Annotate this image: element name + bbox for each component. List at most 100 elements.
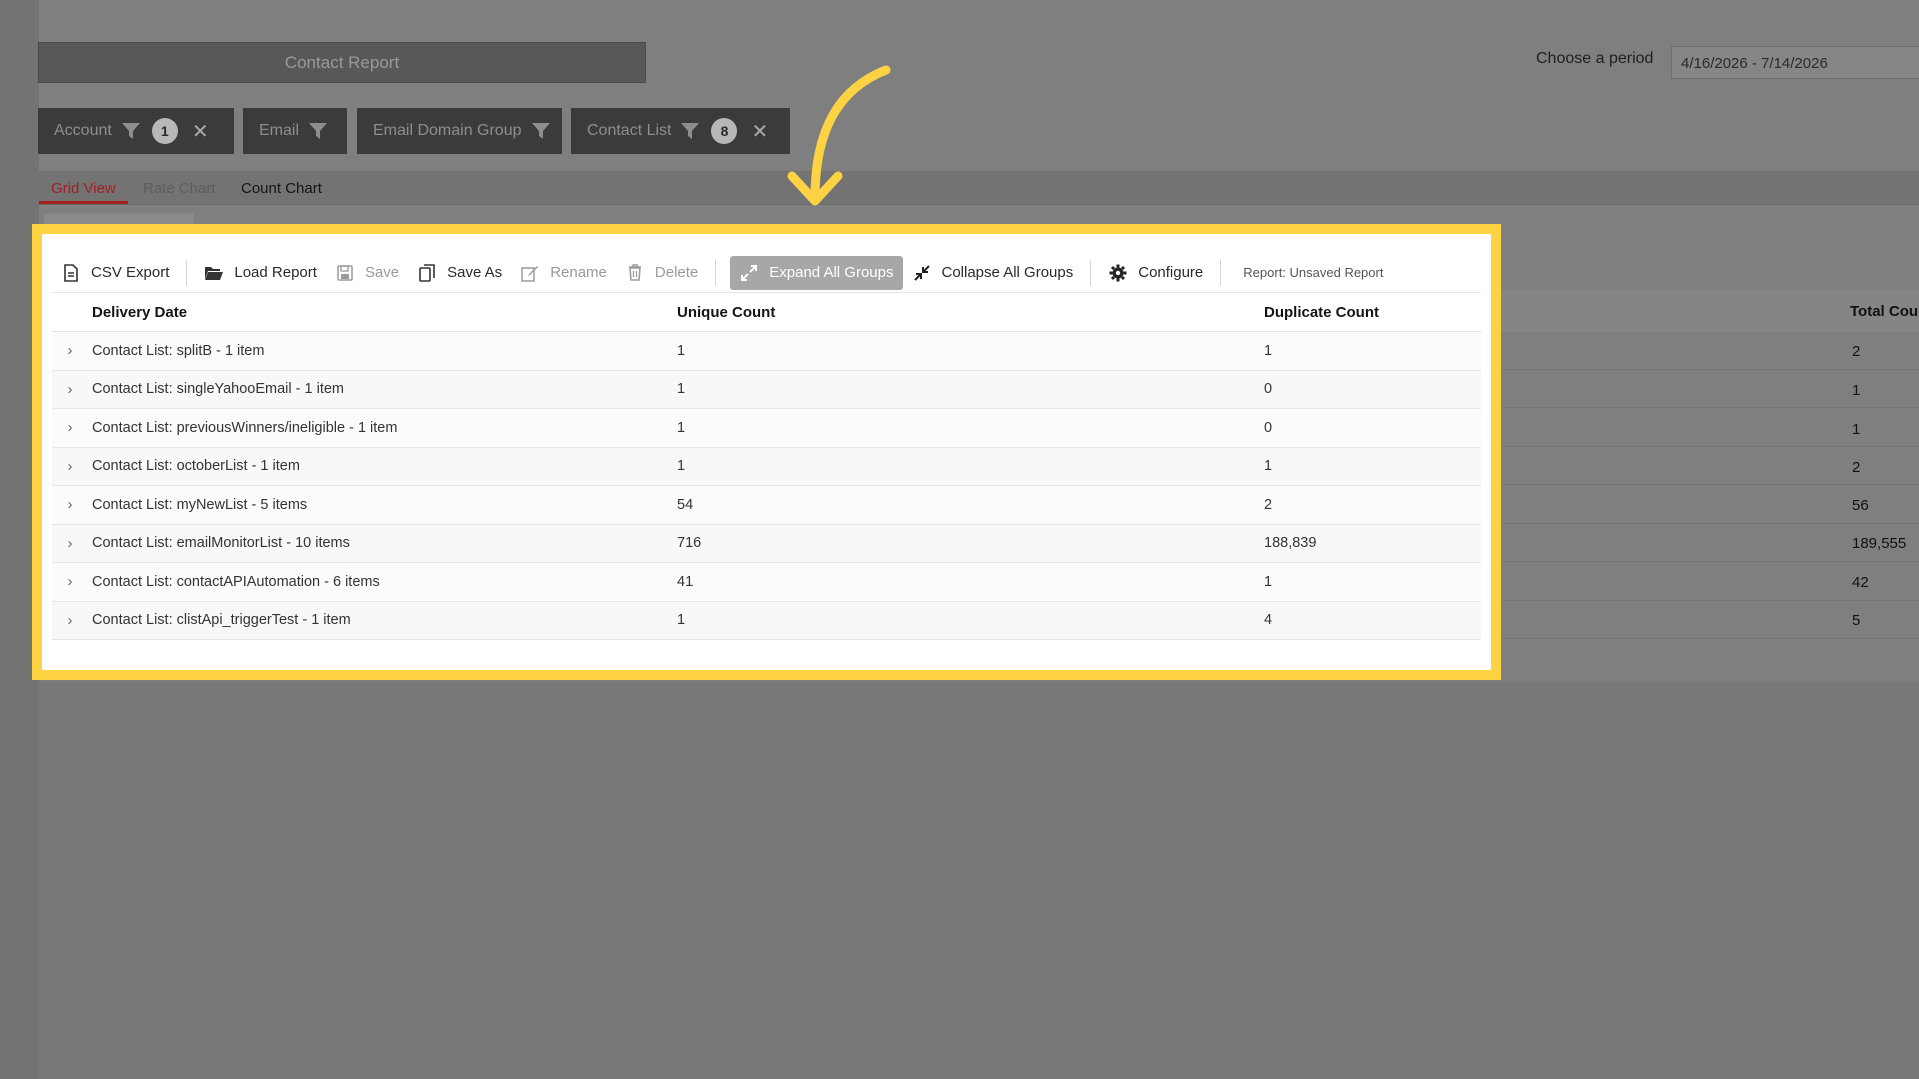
duplicate-count-cell: 1: [1264, 342, 1273, 359]
document-icon: [61, 263, 81, 283]
filter-funnel-icon[interactable]: [121, 123, 140, 139]
table-row[interactable]: › Contact List: octoberList - 1 item 1 1: [52, 447, 1481, 486]
unique-count-cell: 1: [677, 612, 686, 629]
tab-rate-chart[interactable]: Rate Chart: [143, 180, 216, 197]
delete-label: Delete: [654, 264, 699, 281]
chevron-right-icon[interactable]: ›: [52, 458, 88, 475]
close-icon[interactable]: ✕: [192, 119, 209, 144]
trash-icon: [625, 263, 645, 283]
close-icon[interactable]: ✕: [751, 119, 768, 144]
filter-count-badge: 1: [151, 118, 178, 144]
table-row[interactable]: › Contact List: contactAPIAutomation - 6…: [52, 563, 1481, 602]
unique-count-cell: 1: [677, 458, 686, 475]
annotation-arrow-icon: [787, 65, 891, 206]
filter-funnel-icon[interactable]: [531, 123, 550, 139]
group-name-cell: Contact List: contactAPIAutomation - 6 i…: [92, 573, 380, 590]
period-input[interactable]: 4/16/2026 - 7/14/2026: [1671, 46, 1919, 79]
filter-chip-label: Email Domain Group: [373, 122, 522, 139]
total-count-cell: 1: [1852, 421, 1861, 438]
filter-chip-label: Contact List: [587, 122, 672, 139]
load-report-label: Load Report: [234, 264, 317, 281]
group-name-cell: Contact List: clistApi_triggerTest - 1 i…: [92, 612, 351, 629]
save-label: Save: [364, 264, 400, 281]
chevron-right-icon[interactable]: ›: [52, 381, 88, 398]
chevron-right-icon[interactable]: ›: [52, 342, 88, 359]
collapse-arrows-icon: [912, 263, 932, 283]
duplicate-count-cell: 4: [1264, 612, 1273, 629]
unique-count-cell: 1: [677, 419, 686, 436]
csv-export-label: CSV Export: [91, 264, 170, 281]
unique-count-cell: 1: [677, 381, 686, 398]
collapse-all-label: Collapse All Groups: [941, 264, 1074, 281]
collapse-all-groups-button[interactable]: Collapse All Groups: [903, 256, 1083, 290]
report-name: Report: Unsaved Report: [1243, 265, 1384, 280]
column-header-total-count: Total Cou: [1850, 303, 1919, 320]
duplicate-count-cell: 1: [1264, 573, 1273, 590]
period-label: Choose a period: [1536, 50, 1654, 67]
chevron-right-icon[interactable]: ›: [52, 496, 88, 513]
filter-chip-label: Email: [259, 122, 300, 139]
group-name-cell: Contact List: singleYahooEmail - 1 item: [92, 381, 344, 398]
rename-label: Rename: [550, 264, 607, 281]
highlight-frame: CSV Export Load Report Save Save As Rena…: [32, 224, 1501, 680]
copy-icon: [417, 263, 437, 283]
total-count-cell: 56: [1852, 497, 1869, 514]
chevron-right-icon[interactable]: ›: [52, 612, 88, 629]
unique-count-cell: 41: [677, 573, 694, 590]
duplicate-count-cell: 188,839: [1264, 535, 1317, 552]
filter-funnel-icon[interactable]: [681, 123, 700, 139]
chevron-right-icon[interactable]: ›: [52, 419, 88, 436]
table-row[interactable]: › Contact List: singleYahooEmail - 1 ite…: [52, 370, 1481, 409]
chevron-right-icon[interactable]: ›: [52, 573, 88, 590]
duplicate-count-cell: 1: [1264, 458, 1273, 475]
total-count-cell: 189,555: [1852, 535, 1907, 552]
expand-arrows-icon: [739, 263, 759, 283]
total-count-cell: 2: [1852, 343, 1861, 360]
tab-count-chart[interactable]: Count Chart: [241, 180, 322, 197]
gear-icon: [1108, 263, 1128, 283]
filter-chip-contact-list[interactable]: Contact List 8 ✕: [571, 108, 790, 154]
filter-funnel-icon[interactable]: [309, 123, 328, 139]
save-as-button[interactable]: Save As: [408, 256, 511, 290]
group-name-cell: Contact List: octoberList - 1 item: [92, 458, 300, 475]
grid-toolbar: CSV Export Load Report Save Save As Rena…: [52, 253, 1481, 293]
total-count-cell: 5: [1852, 612, 1861, 629]
filter-count-badge: 8: [711, 118, 738, 144]
save-button[interactable]: Save: [326, 256, 408, 290]
chevron-right-icon[interactable]: ›: [52, 535, 88, 552]
folder-open-icon: [204, 263, 224, 283]
group-name-cell: Contact List: myNewList - 5 items: [92, 496, 308, 513]
table-row[interactable]: › Contact List: previousWinners/ineligib…: [52, 409, 1481, 448]
filter-chip-email[interactable]: Email: [243, 108, 347, 154]
group-name-cell: Contact List: previousWinners/ineligible…: [92, 419, 398, 436]
total-count-cell: 1: [1852, 382, 1861, 399]
unique-count-cell: 1: [677, 342, 686, 359]
column-header-delivery-date[interactable]: Delivery Date: [88, 304, 675, 321]
table-row[interactable]: › Contact List: emailMonitorList - 10 it…: [52, 524, 1481, 563]
expand-all-groups-button[interactable]: Expand All Groups: [730, 255, 903, 290]
group-name-cell: Contact List: emailMonitorList - 10 item…: [92, 535, 350, 552]
tab-grid-view[interactable]: Grid View: [51, 180, 116, 197]
filter-chip-email-domain-group[interactable]: Email Domain Group: [357, 108, 562, 154]
data-grid: Delivery Date Unique Count Duplicate Cou…: [52, 293, 1481, 640]
table-row[interactable]: › Contact List: myNewList - 5 items 54 2: [52, 486, 1481, 525]
csv-export-button[interactable]: CSV Export: [52, 256, 178, 290]
page-title: Contact Report: [38, 42, 646, 83]
table-row[interactable]: › Contact List: clistApi_triggerTest - 1…: [52, 601, 1481, 640]
rename-button[interactable]: Rename: [511, 256, 616, 290]
filter-chip-label: Account: [54, 122, 112, 139]
column-header-unique-count[interactable]: Unique Count: [675, 304, 1262, 321]
toolbar-divider: [715, 259, 717, 286]
total-count-cell: 2: [1852, 459, 1861, 476]
configure-label: Configure: [1138, 264, 1204, 281]
table-row[interactable]: › Contact List: splitB - 1 item 1 1: [52, 332, 1481, 371]
load-report-button[interactable]: Load Report: [195, 256, 326, 290]
grid-header-row: Delivery Date Unique Count Duplicate Cou…: [52, 293, 1481, 332]
unique-count-cell: 716: [677, 535, 702, 552]
filter-chip-account[interactable]: Account 1 ✕: [38, 108, 234, 154]
total-count-cell: 42: [1852, 574, 1869, 591]
column-header-duplicate-count[interactable]: Duplicate Count: [1262, 304, 1481, 321]
group-name-cell: Contact List: splitB - 1 item: [92, 342, 265, 359]
delete-button[interactable]: Delete: [616, 256, 707, 290]
configure-button[interactable]: Configure: [1099, 256, 1212, 290]
